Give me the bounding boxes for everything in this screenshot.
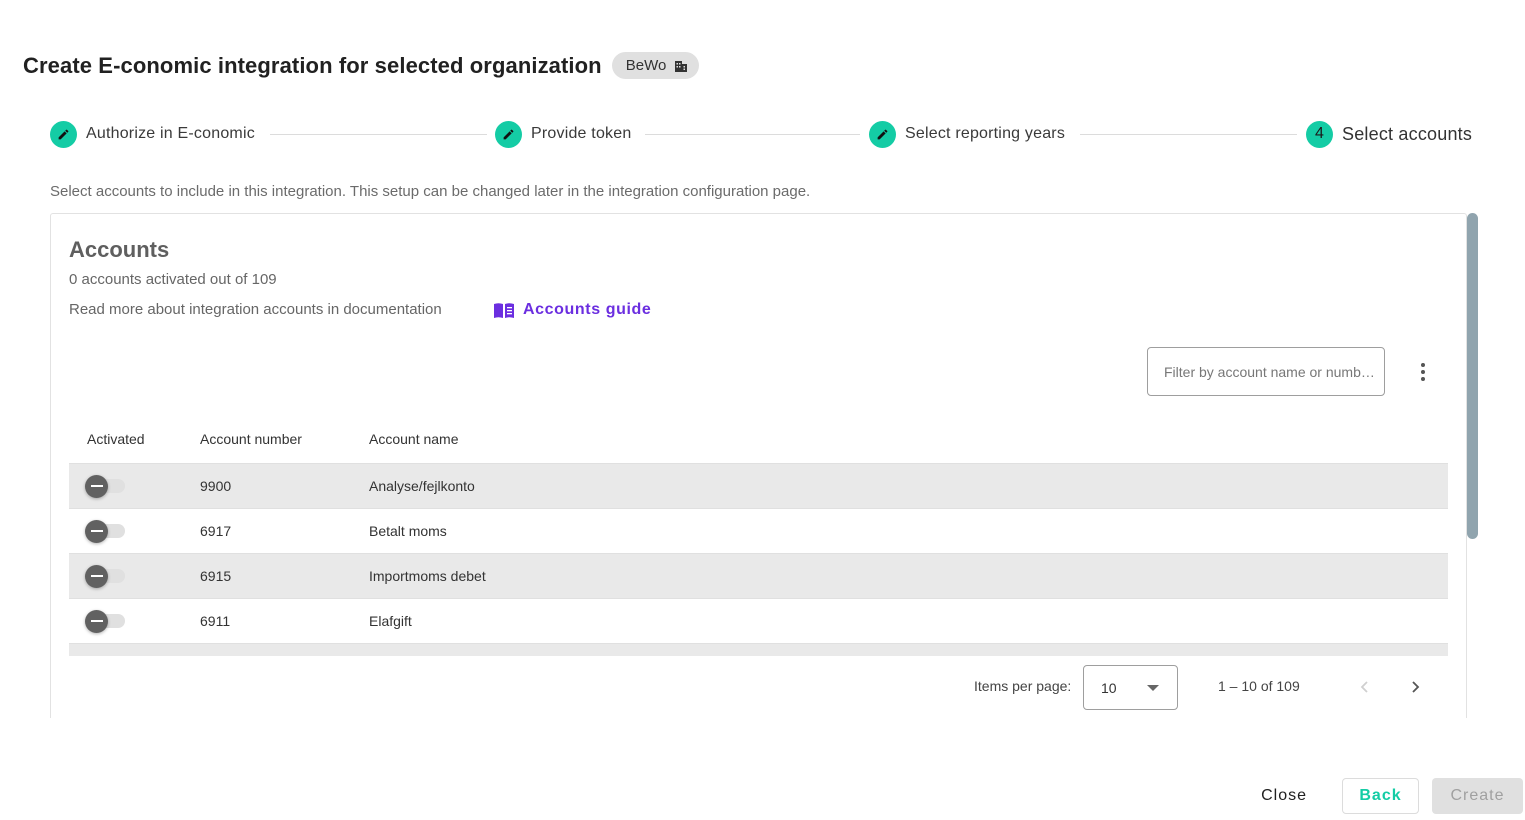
minus-icon: [85, 474, 108, 498]
organization-name: BeWo: [625, 57, 667, 74]
chevron-right-icon: [1412, 681, 1420, 693]
next-page-button[interactable]: [1400, 672, 1430, 702]
scrollbar-thumb[interactable]: [1467, 213, 1478, 539]
step-authorize[interactable]: Authorize in E-conomic: [50, 120, 255, 148]
minus-icon: [85, 609, 108, 633]
step-connector: [1080, 134, 1297, 135]
account-name: Elafgift: [369, 613, 412, 629]
column-header-activated[interactable]: Activated: [69, 431, 200, 447]
items-per-page-select[interactable]: 10: [1083, 665, 1178, 710]
account-name: Importmoms debet: [369, 568, 486, 584]
activation-toggle[interactable]: [85, 519, 127, 543]
step-description: Select accounts to include in this integ…: [50, 183, 811, 200]
panel-title: Accounts: [69, 237, 170, 262]
pencil-icon: [877, 129, 888, 139]
pencil-icon: [58, 129, 69, 139]
step-provide-token[interactable]: Provide token: [495, 120, 631, 148]
activated-count: 0 accounts activated out of 109: [69, 271, 277, 288]
dropdown-arrow-icon: [1147, 685, 1159, 691]
close-button[interactable]: Close: [1243, 778, 1325, 814]
table-header: Activated Account number Account name: [69, 414, 1448, 464]
filter-input[interactable]: [1164, 363, 1374, 380]
step-label: Select reporting years: [905, 125, 1066, 142]
accounts-panel: Accounts 0 accounts activated out of 109…: [50, 213, 1467, 718]
dialog-title: Create E-conomic integration for selecte…: [23, 52, 602, 78]
minus-icon: [85, 519, 108, 543]
back-button[interactable]: Back: [1342, 778, 1419, 814]
accounts-guide-label: Accounts guide: [523, 301, 652, 318]
activation-toggle[interactable]: [85, 609, 127, 633]
table-row: 6917 Betalt moms: [69, 509, 1448, 554]
account-number: 9900: [200, 478, 232, 494]
step-number-badge: 4: [1306, 120, 1333, 148]
page-range-label: 1 – 10 of 109: [1218, 678, 1300, 694]
accounts-table: Activated Account number Account name 99…: [69, 414, 1448, 692]
step-connector: [645, 134, 860, 135]
step-complete-badge: [869, 120, 896, 148]
account-number: 6915: [200, 568, 232, 584]
table-row: 6915 Importmoms debet: [69, 554, 1448, 599]
minus-icon: [85, 564, 108, 588]
filter-field[interactable]: [1147, 347, 1385, 396]
step-complete-badge: [50, 120, 77, 148]
step-connector: [270, 134, 487, 135]
activation-toggle[interactable]: [85, 474, 127, 498]
activation-toggle[interactable]: [85, 564, 127, 588]
accounts-guide-link[interactable]: Accounts guide: [494, 301, 651, 319]
step-label: Provide token: [531, 125, 632, 142]
create-button[interactable]: Create: [1432, 778, 1523, 814]
building-icon: [675, 60, 688, 72]
table-row: 9900 Analyse/fejlkonto: [69, 464, 1448, 509]
documentation-text: Read more about integration accounts in …: [69, 301, 442, 318]
column-header-account-name[interactable]: Account name: [369, 431, 1448, 447]
stepper: Authorize in E-conomic Provide token Sel…: [50, 120, 1480, 148]
step-reporting-years[interactable]: Select reporting years: [869, 120, 1065, 148]
book-icon: [494, 303, 514, 318]
dialog-actions: Close Back Create: [1243, 778, 1523, 814]
step-label: Select accounts: [1342, 123, 1473, 144]
account-name: Betalt moms: [369, 523, 447, 539]
account-number: 6917: [200, 523, 232, 539]
items-per-page-label: Items per page:: [974, 678, 1072, 694]
more-vert-icon[interactable]: [1413, 360, 1433, 384]
account-number: 6911: [200, 613, 231, 629]
step-complete-badge: [495, 120, 522, 148]
step-label: Authorize in E-conomic: [86, 125, 255, 142]
organization-chip: BeWo: [611, 52, 700, 79]
step-select-accounts[interactable]: 4 Select accounts: [1306, 120, 1472, 148]
pencil-icon: [503, 129, 514, 139]
chevron-left-icon: [1360, 681, 1368, 693]
items-per-page-value: 10: [1101, 679, 1117, 696]
paginator: Items per page: 10 1 – 10 of 109: [51, 656, 1466, 718]
account-name: Analyse/fejlkonto: [369, 478, 475, 494]
previous-page-button[interactable]: [1350, 672, 1380, 702]
table-row: 6911 Elafgift: [69, 599, 1448, 644]
dialog-header: Create E-conomic integration for selecte…: [23, 52, 700, 79]
column-header-account-number[interactable]: Account number: [200, 431, 369, 447]
